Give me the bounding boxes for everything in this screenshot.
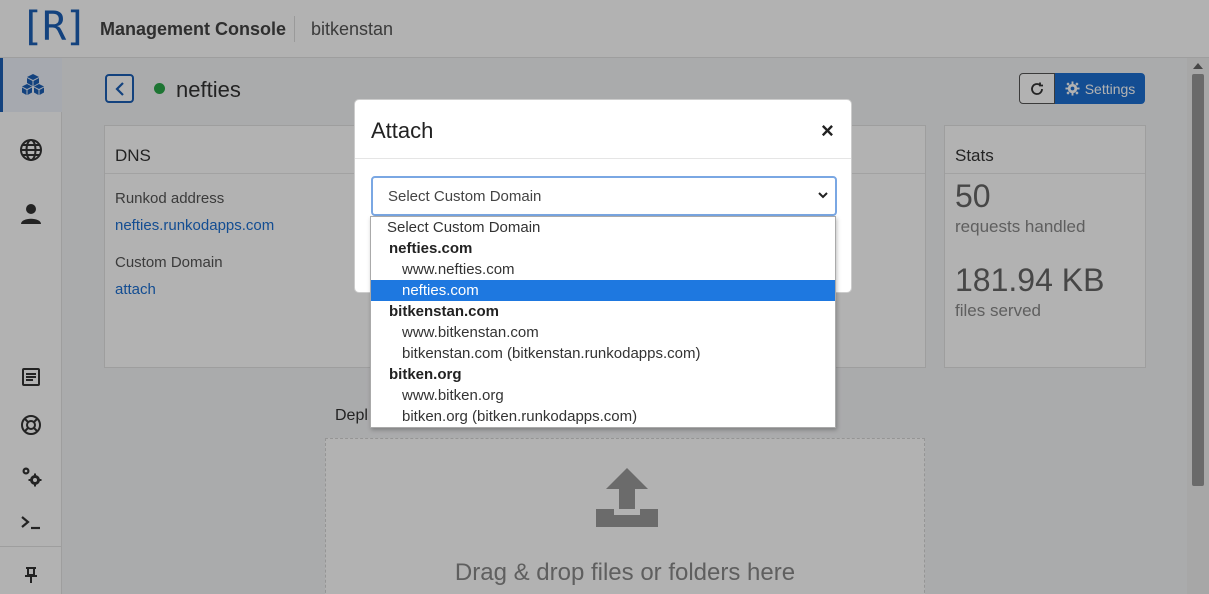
chevron-down-icon: [818, 192, 828, 199]
dropdown-group-label: nefties.com: [389, 240, 473, 257]
dropdown-option[interactable]: www.nefties.com: [371, 259, 835, 280]
dropdown-group-label: bitkenstan.com: [389, 303, 500, 320]
domain-dropdown-list: Select Custom Domain nefties.com www.nef…: [370, 216, 836, 428]
close-icon[interactable]: ×: [821, 118, 834, 144]
dropdown-option-placeholder[interactable]: Select Custom Domain: [371, 217, 835, 238]
dropdown-group-label: bitken.org: [389, 366, 462, 383]
modal-divider: [355, 158, 851, 159]
dropdown-option[interactable]: www.bitken.org: [371, 385, 835, 406]
dropdown-option[interactable]: bitkenstan.com (bitkenstan.runkodapps.co…: [371, 343, 835, 364]
dropdown-option-selected[interactable]: nefties.com: [371, 280, 835, 301]
dropdown-option[interactable]: bitken.org (bitken.runkodapps.com): [371, 406, 835, 427]
modal-title: Attach: [371, 118, 434, 143]
select-value: Select Custom Domain: [388, 188, 542, 205]
dropdown-option[interactable]: www.bitkenstan.com: [371, 322, 835, 343]
custom-domain-select[interactable]: Select Custom Domain: [371, 176, 837, 216]
